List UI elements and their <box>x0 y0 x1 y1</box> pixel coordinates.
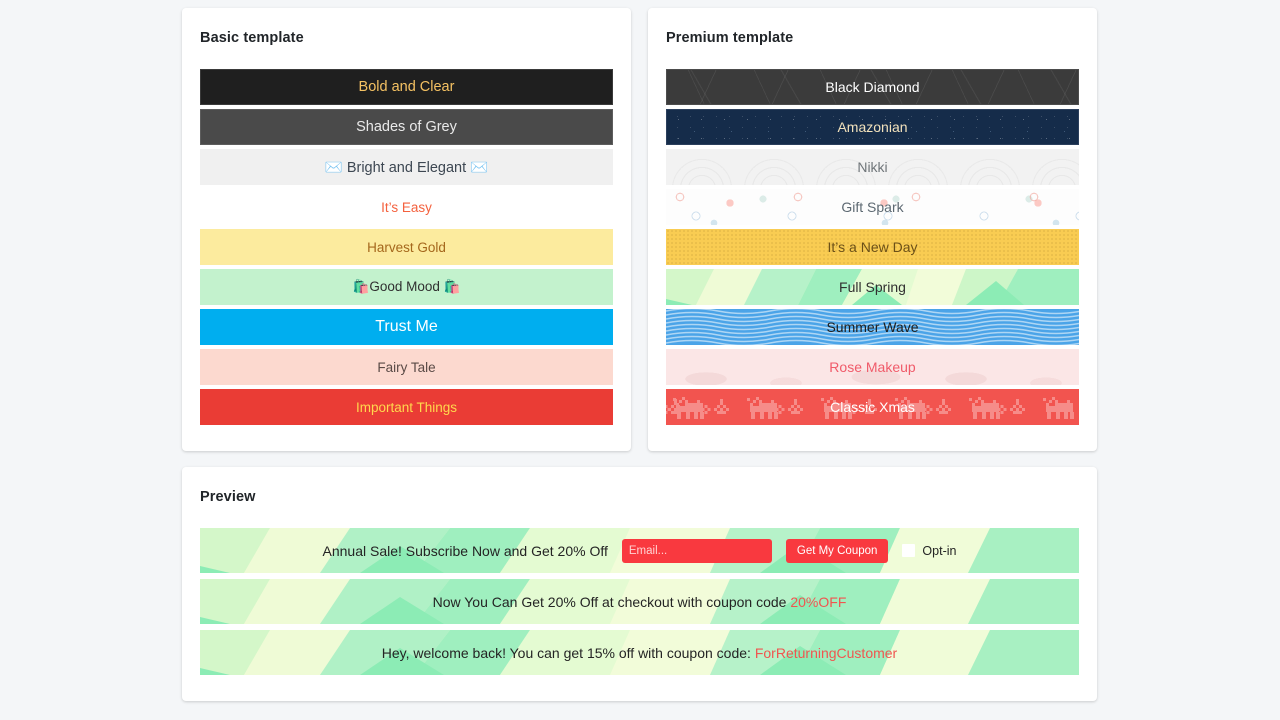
preview-bar-signup: Annual Sale! Subscribe Now and Get 20% O… <box>200 528 1079 573</box>
basic-template-bar-list: Bold and Clear Shades of Grey ✉️ Bright … <box>200 69 613 425</box>
optin-group[interactable]: Opt-in <box>902 544 956 558</box>
template-bar-label: Shades of Grey <box>356 119 457 135</box>
preview-message-content: Hey, welcome back! You can get 15% off w… <box>382 645 897 661</box>
coupon-code: ForReturningCustomer <box>754 644 898 661</box>
template-bar-gift-spark[interactable]: Gift Spark <box>666 189 1079 225</box>
preview-message-text-before: Now You Can Get 20% Off at checkout with… <box>432 593 791 610</box>
preview-message-text: Hey, welcome back! You can get 15% off w… <box>382 645 897 661</box>
template-bar-summer-wave[interactable]: Summer Wave <box>666 309 1079 345</box>
template-bar-label: Important Things <box>355 399 458 415</box>
get-my-coupon-button[interactable]: Get My Coupon <box>785 538 889 563</box>
template-bar-label: Classic Xmas <box>830 399 915 415</box>
template-bar-label: It’s a New Day <box>827 239 918 255</box>
premium-template-bar-list: Black Diamond Amazonian Nikki Gift Spark <box>666 69 1079 425</box>
template-bar-its-easy[interactable]: It’s Easy <box>200 189 613 225</box>
template-bar-harvest-gold[interactable]: Harvest Gold <box>200 229 613 265</box>
optin-checkbox[interactable] <box>902 544 916 557</box>
template-columns: Basic template Bold and Clear Shades of … <box>182 8 1098 451</box>
template-bar-label: Fairy Tale <box>377 359 436 375</box>
template-bar-label: It’s Easy <box>381 199 432 215</box>
template-bar-good-mood[interactable]: 🛍️Good Mood 🛍️ <box>200 269 613 305</box>
template-bar-label: ✉️ Bright and Elegant ✉️ <box>324 159 489 176</box>
template-bar-label: Bold and Clear <box>358 79 455 95</box>
preview-bar-list: Annual Sale! Subscribe Now and Get 20% O… <box>200 528 1079 675</box>
template-bar-important-things[interactable]: Important Things <box>200 389 613 425</box>
optin-label: Opt-in <box>922 543 957 558</box>
preview-title: Preview <box>200 489 256 505</box>
template-bar-nikki[interactable]: Nikki <box>666 149 1079 185</box>
template-bar-label: 🛍️Good Mood 🛍️ <box>352 279 461 294</box>
page-root: Basic template Bold and Clear Shades of … <box>0 0 1280 720</box>
preview-message-text-before: Hey, welcome back! You can get 15% off w… <box>381 644 755 661</box>
preview-message-text: Now You Can Get 20% Off at checkout with… <box>433 594 847 610</box>
template-bar-label: Black Diamond <box>825 79 920 95</box>
template-bar-label: Summer Wave <box>826 319 919 335</box>
preview-card: Preview Annual Sale! Subscribe Now and G… <box>182 467 1097 701</box>
template-bar-shades-of-grey[interactable]: Shades of Grey <box>200 109 613 145</box>
template-bar-its-a-new-day[interactable]: It’s a New Day <box>666 229 1079 265</box>
template-bar-label: Amazonian <box>837 119 908 135</box>
preview-message-content: Now You Can Get 20% Off at checkout with… <box>433 594 847 610</box>
preview-bar-returning-customer-message: Hey, welcome back! You can get 15% off w… <box>200 630 1079 675</box>
template-bar-trust-me[interactable]: Trust Me <box>200 309 613 345</box>
template-bar-full-spring[interactable]: Full Spring <box>666 269 1079 305</box>
template-bar-classic-xmas[interactable]: Classic Xmas <box>666 389 1079 425</box>
template-bar-label: Rose Makeup <box>829 359 916 375</box>
template-bar-label: Nikki <box>857 159 888 175</box>
template-bar-fairy-tale[interactable]: Fairy Tale <box>200 349 613 385</box>
template-bar-bright-and-elegant[interactable]: ✉️ Bright and Elegant ✉️ <box>200 149 613 185</box>
premium-template-title: Premium template <box>666 30 794 46</box>
template-bar-black-diamond[interactable]: Black Diamond <box>666 69 1079 105</box>
template-bar-rose-makeup[interactable]: Rose Makeup <box>666 349 1079 385</box>
template-bar-amazonian[interactable]: Amazonian <box>666 109 1079 145</box>
template-bar-label: Gift Spark <box>841 199 904 215</box>
email-input[interactable] <box>621 538 772 563</box>
template-bar-bold-and-clear[interactable]: Bold and Clear <box>200 69 613 105</box>
coupon-code: 20%OFF <box>790 593 847 610</box>
template-bar-label: Full Spring <box>839 279 906 295</box>
basic-template-title: Basic template <box>200 30 304 46</box>
basic-template-card: Basic template Bold and Clear Shades of … <box>182 8 631 451</box>
premium-template-card: Premium template Black Diamond Amazonian… <box>648 8 1097 451</box>
preview-signup-content: Annual Sale! Subscribe Now and Get 20% O… <box>322 538 956 563</box>
preview-bar-coupon-message: Now You Can Get 20% Off at checkout with… <box>200 579 1079 624</box>
template-bar-label: Trust Me <box>375 318 438 335</box>
template-bar-label: Harvest Gold <box>367 239 446 255</box>
preview-signup-text: Annual Sale! Subscribe Now and Get 20% O… <box>322 542 608 559</box>
